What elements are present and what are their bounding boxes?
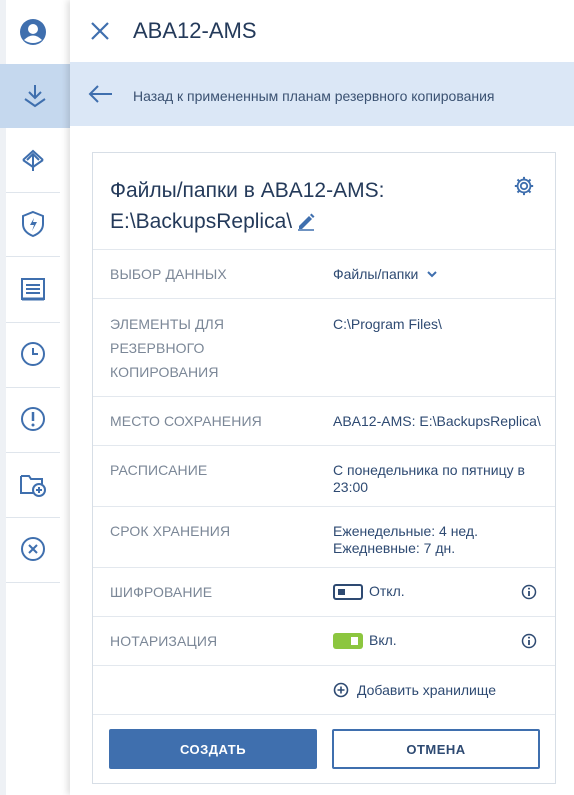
row-label: МЕСТО СОХРАНЕНИЯ [110, 413, 262, 429]
row-label: РАСПИСАНИЕ [110, 462, 208, 478]
add-folder-icon [20, 475, 46, 497]
plan-title-line2-wrap: E:\BackupsReplica\ [110, 206, 510, 237]
row-label: СРОК ХРАНЕНИЯ [110, 523, 231, 539]
user-account-icon [20, 19, 46, 45]
left-sidebar [0, 0, 70, 795]
sidebar-item-alerts[interactable] [6, 387, 60, 451]
schedule-value-line: 23:00 [333, 479, 369, 495]
row-label-line: КОПИРОВАНИЯ [110, 364, 219, 380]
plan-title-line1: Файлы/папки в ABA12-AMS: [110, 179, 385, 202]
row-items: ЭЛЕМЕНТЫ ДЛЯ РЕЗЕРВНОГО КОПИРОВАНИЯ C:\P… [93, 298, 555, 396]
chevron-down-icon [427, 271, 437, 278]
row-label: ВЫБОР ДАННЫХ [110, 266, 227, 282]
alert-icon [21, 407, 45, 431]
retention-value-line: Еженедельные: 4 нед. [333, 523, 478, 539]
plan-panel: ABA12-AMS Назад к примененным планам рез… [70, 0, 574, 795]
items-value-link[interactable]: C:\Program Files\ [333, 316, 442, 333]
clock-activities-icon [21, 342, 45, 366]
encryption-status: Откл. [369, 583, 405, 599]
info-icon[interactable] [521, 584, 537, 600]
schedule-value-link[interactable]: С понедельника по пятницу в 23:00 [333, 462, 525, 496]
sidebar-item-protection[interactable] [6, 192, 60, 256]
sidebar-item-backup[interactable] [0, 64, 70, 128]
retention-value-link[interactable]: Еженедельные: 4 нед. Ежедневные: 7 дн. [333, 523, 478, 557]
row-label: ЭЛЕМЕНТЫ ДЛЯ РЕЗЕРВНОГО КОПИРОВАНИЯ [110, 312, 224, 384]
backup-download-icon [24, 85, 46, 108]
schedule-value-line: С понедельника по пятницу в [333, 462, 525, 478]
close-icon[interactable] [88, 19, 112, 43]
cancel-button[interactable]: ОТМЕНА [332, 729, 540, 769]
sidebar-item-recovery[interactable] [6, 128, 60, 192]
row-label: ШИФРОВАНИЕ [110, 584, 213, 600]
plan-title-line2: E:\BackupsReplica\ [110, 210, 293, 233]
notarization-status: Вкл. [369, 632, 397, 648]
plus-circle-icon [333, 682, 349, 698]
row-destination: МЕСТО СОХРАНЕНИЯ ABA12-AMS: E:\BackupsRe… [93, 396, 555, 445]
row-retention: СРОК ХРАНЕНИЯ Еженедельные: 4 нед. Ежедн… [93, 506, 555, 567]
sidebar-item-cancel[interactable] [6, 517, 60, 581]
plan-card: Файлы/папки в ABA12-AMS: E:\BackupsRepli… [92, 152, 556, 784]
shield-protection-icon [22, 210, 44, 238]
data-selection-value: Файлы/папки [333, 266, 419, 282]
row-schedule: РАСПИСАНИЕ С понедельника по пятницу в 2… [93, 445, 555, 506]
panel-header: ABA12-AMS [70, 0, 574, 62]
sidebar-item-reports[interactable] [6, 257, 60, 321]
sidebar-divider [6, 582, 60, 583]
back-link[interactable]: Назад к примененным планам резервного ко… [70, 62, 574, 126]
sidebar-item-activities[interactable] [6, 322, 60, 386]
encryption-toggle[interactable] [333, 584, 363, 601]
row-label-line: ЭЛЕМЕНТЫ ДЛЯ [110, 316, 225, 332]
row-encryption: ШИФРОВАНИЕ Откл. [93, 567, 555, 616]
cancel-circle-icon [21, 537, 45, 561]
notarization-toggle[interactable] [333, 633, 363, 650]
pencil-edit-icon[interactable] [296, 211, 316, 231]
sidebar-item-add-folder[interactable] [6, 452, 60, 516]
add-storage-label: Добавить хранилище [357, 682, 497, 698]
row-label-line: РЕЗЕРВНОГО [110, 340, 205, 356]
row-notarization: НОТАРИЗАЦИЯ Вкл. [93, 616, 555, 665]
retention-value-line: Ежедневные: 7 дн. [333, 540, 456, 556]
plan-title: Файлы/папки в ABA12-AMS: E:\BackupsRepli… [110, 175, 510, 237]
recovery-upload-icon [22, 149, 44, 171]
sidebar-item-account[interactable] [6, 0, 60, 64]
add-storage-link[interactable]: Добавить хранилище [333, 682, 496, 698]
encryption-toggle-group: Откл. [333, 583, 405, 601]
panel-title: ABA12-AMS [133, 18, 257, 43]
gear-icon[interactable] [513, 175, 535, 197]
back-link-label: Назад к примененным планам резервного ко… [133, 88, 495, 104]
row-add-storage: Добавить хранилище [93, 665, 555, 714]
row-label: НОТАРИЗАЦИЯ [110, 633, 218, 649]
divider [93, 714, 555, 715]
notarization-toggle-group: Вкл. [333, 632, 397, 650]
destination-value-link[interactable]: ABA12-AMS: E:\BackupsReplica\ [333, 413, 541, 430]
row-data-selection: ВЫБОР ДАННЫХ Файлы/папки [93, 249, 555, 298]
info-icon[interactable] [521, 633, 537, 649]
data-selection-dropdown[interactable]: Файлы/папки [333, 266, 437, 283]
reports-list-icon [21, 278, 45, 301]
arrow-left-icon [88, 85, 112, 103]
create-button[interactable]: СОЗДАТЬ [109, 729, 317, 769]
